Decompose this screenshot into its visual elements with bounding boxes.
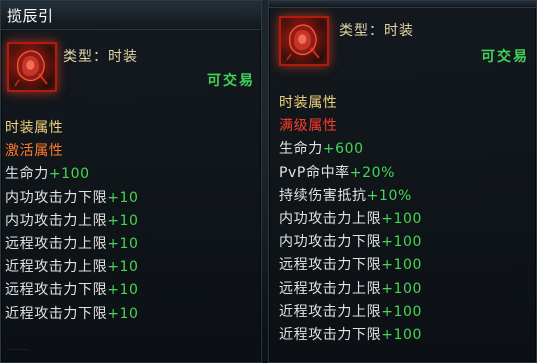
- attribute-name: 内功攻击力下限: [5, 189, 108, 206]
- attribute-list: 时装属性 满级属性 生命力+600 PvP命中率+20% 持续伤害抵抗+10% …: [279, 92, 422, 347]
- attribute-value: +10: [107, 259, 139, 276]
- attribute-row: 远程攻击力上限+10: [5, 233, 139, 256]
- section-title: 时装属性: [279, 95, 338, 111]
- section-title: 时装属性: [5, 120, 64, 136]
- attribute-value: +10: [107, 305, 139, 322]
- attribute-row: 近程攻击力上限+10: [5, 256, 139, 279]
- attribute-value: +100: [381, 257, 423, 274]
- tooltip-header: 类型：时装 可交易: [1, 30, 261, 118]
- attribute-row: 内功攻击力下限+10: [5, 187, 139, 210]
- fashion-item-icon: [7, 42, 57, 92]
- tradeable-label: 可交易: [481, 49, 529, 65]
- attribute-row: 近程攻击力下限+100: [279, 324, 422, 347]
- attribute-name: 生命力: [5, 166, 49, 183]
- attribute-name: 远程攻击力下限: [279, 257, 382, 274]
- attribute-name: 远程攻击力下限: [5, 282, 108, 299]
- attribute-value: +100: [381, 280, 423, 297]
- attribute-value: +10: [107, 212, 139, 229]
- attribute-name: 近程攻击力上限: [279, 303, 382, 320]
- tooltip-header: 类型：时装 可交易: [269, 8, 536, 96]
- attribute-row: 生命力+600: [279, 138, 422, 161]
- game-tooltip-stage: 揽辰引 类型：时装 可交易 时装属性 激活属性 生命力+100 内功攻击力下限+…: [0, 0, 537, 363]
- attribute-name: 生命力: [279, 141, 323, 158]
- item-tooltip-max: 类型：时装 可交易 时装属性 满级属性 生命力+600 PvP命中率+20% 持…: [268, 0, 537, 363]
- attribute-name: 持续伤害抵抗: [279, 187, 367, 204]
- attribute-row: 内功攻击力下限+100: [279, 231, 422, 254]
- attribute-row: 近程攻击力上限+100: [279, 301, 422, 324]
- attribute-row: 内功攻击力上限+100: [279, 208, 422, 231]
- item-type: 类型：时装: [339, 23, 414, 39]
- active-attributes-title: 激活属性: [5, 143, 64, 160]
- attribute-row: 近程攻击力下限+10: [5, 303, 139, 326]
- attribute-value: +10: [107, 282, 139, 299]
- max-attributes-title: 满级属性: [279, 118, 338, 135]
- attribute-value: +100: [381, 210, 423, 227]
- attribute-value: +100: [381, 303, 423, 320]
- item-type: 类型：时装: [63, 49, 138, 65]
- attribute-row: 远程攻击力下限+10: [5, 279, 139, 302]
- attribute-value: +100: [48, 166, 90, 183]
- attribute-row: 持续伤害抵抗+10%: [279, 185, 422, 208]
- tooltip-title: 揽辰引: [1, 1, 261, 30]
- tooltip-top-border: [269, 1, 536, 8]
- attribute-value: +10: [107, 189, 139, 206]
- attribute-name: 远程攻击力上限: [5, 235, 108, 252]
- attribute-row: 远程攻击力下限+100: [279, 254, 422, 277]
- tooltip-corner-decoration: [7, 349, 29, 360]
- item-tooltip-active: 揽辰引 类型：时装 可交易 时装属性 激活属性 生命力+100 内功攻击力下限+…: [0, 0, 262, 363]
- fashion-item-icon: [279, 16, 329, 66]
- attribute-value: +10: [107, 235, 139, 252]
- attribute-name: 内功攻击力上限: [5, 212, 108, 229]
- attribute-name: 近程攻击力下限: [279, 326, 382, 343]
- attribute-name: 内功攻击力上限: [279, 210, 382, 227]
- attribute-name: PvP命中率: [279, 164, 350, 181]
- attribute-name: 近程攻击力下限: [5, 305, 108, 322]
- attribute-value: +100: [381, 326, 423, 343]
- tradeable-label: 可交易: [207, 73, 255, 89]
- attribute-name: 内功攻击力下限: [279, 234, 382, 251]
- attribute-row: PvP命中率+20%: [279, 162, 422, 185]
- attribute-name: 近程攻击力上限: [5, 259, 108, 276]
- attribute-row: 生命力+100: [5, 163, 139, 186]
- attribute-name: 远程攻击力上限: [279, 280, 382, 297]
- attribute-value: +100: [381, 234, 423, 251]
- attribute-row: 远程攻击力上限+100: [279, 278, 422, 301]
- attribute-list: 时装属性 激活属性 生命力+100 内功攻击力下限+10 内功攻击力上限+10 …: [5, 117, 139, 326]
- attribute-value: +20%: [349, 164, 396, 181]
- attribute-row: 内功攻击力上限+10: [5, 210, 139, 233]
- attribute-value: +600: [322, 141, 364, 158]
- attribute-value: +10%: [366, 187, 412, 204]
